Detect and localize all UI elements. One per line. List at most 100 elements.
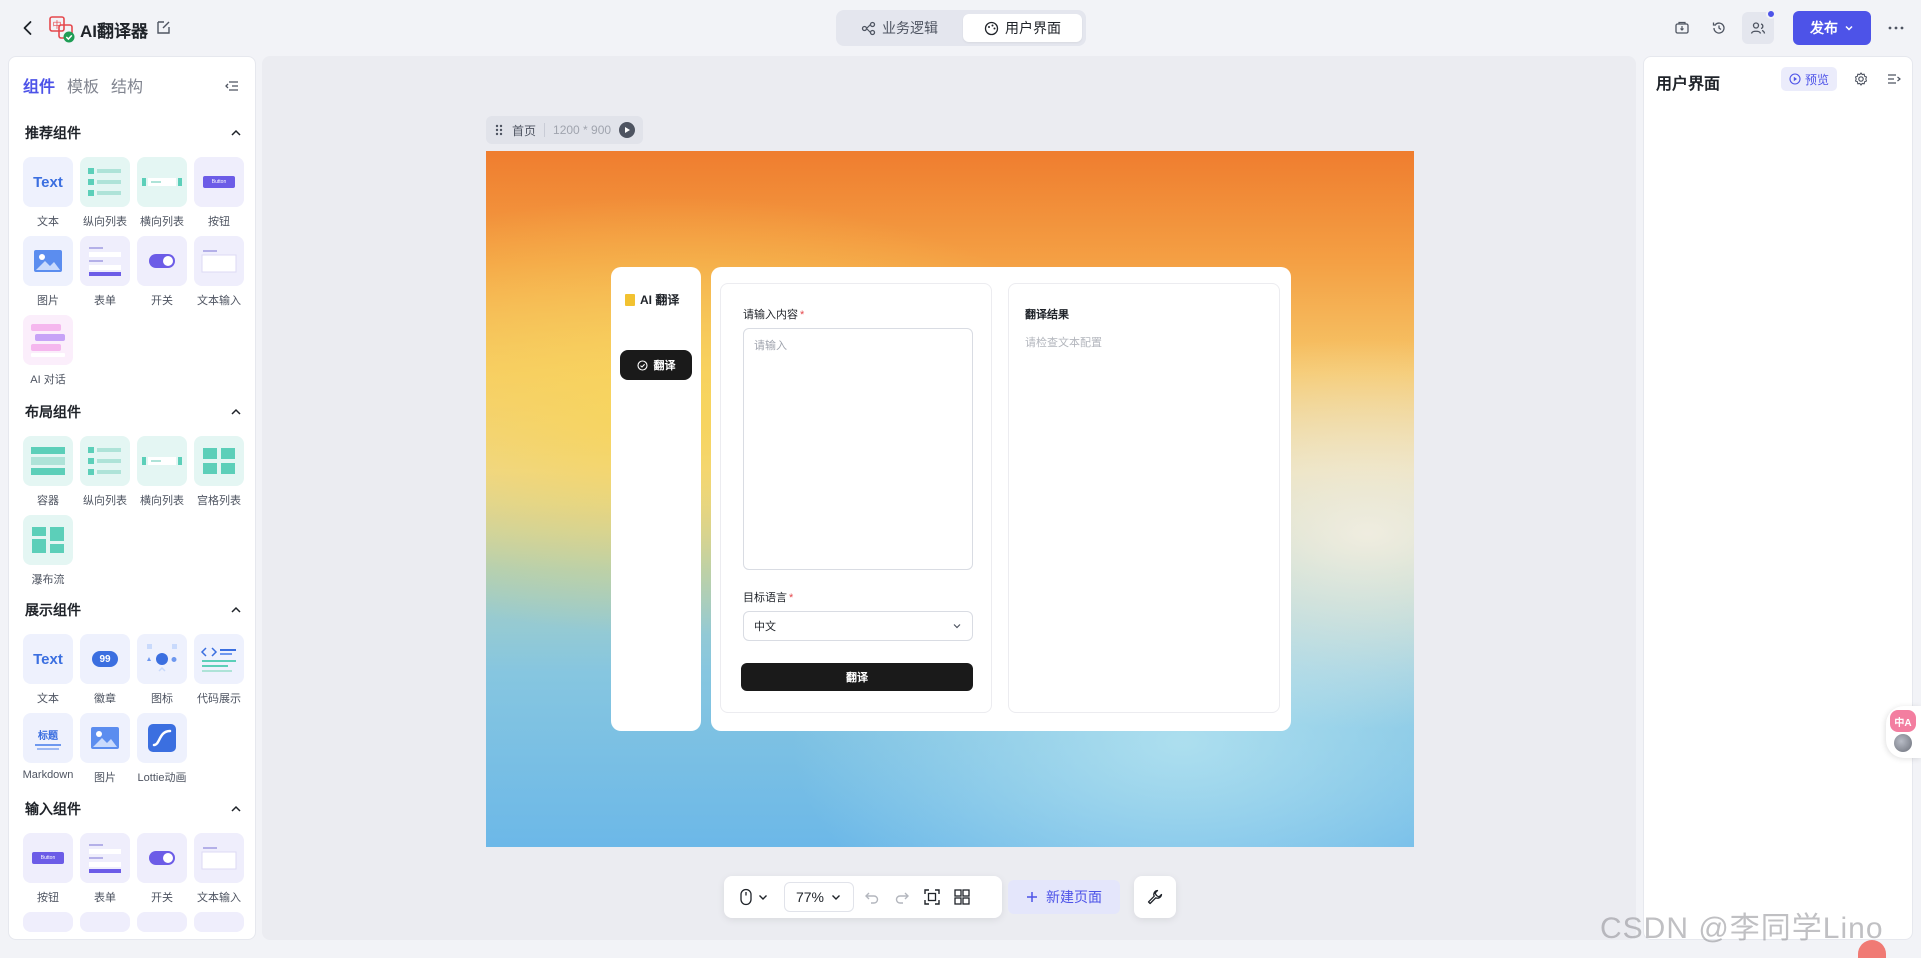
component-text-input[interactable]: 文本输入 (192, 833, 246, 905)
zoom-select[interactable]: 77% (784, 882, 854, 912)
content-textarea[interactable]: 请输入 (743, 328, 973, 570)
component-form[interactable]: 表单 (78, 236, 132, 308)
back-icon[interactable] (18, 18, 38, 38)
section-recommended[interactable]: 推荐组件 (25, 123, 243, 143)
component-grid-list[interactable]: 宫格列表 (192, 436, 246, 508)
collaborators-button[interactable] (1742, 9, 1776, 44)
tab-templates[interactable]: 模板 (67, 73, 99, 97)
language-select[interactable]: 中文 (743, 611, 973, 641)
image-icon (80, 713, 130, 763)
component-vertical-list[interactable]: 纵向列表 (78, 157, 132, 229)
badge-glyph: 99 (92, 651, 118, 667)
chevron-down-icon (1844, 23, 1854, 33)
component-switch[interactable]: 开关 (135, 236, 189, 308)
component-partial[interactable] (194, 912, 244, 932)
check-circle-icon (636, 359, 648, 371)
translate-submit-button[interactable]: 翻译 (741, 663, 973, 691)
section-title: 推荐组件 (25, 125, 81, 141)
component-lottie[interactable]: Lottie动画 (135, 713, 189, 785)
more-icon[interactable] (1884, 16, 1908, 40)
tools-button[interactable] (1134, 876, 1176, 918)
undo-icon[interactable] (860, 882, 884, 912)
new-page-button[interactable]: 新建页面 (1008, 880, 1120, 914)
section-layout[interactable]: 布局组件 (25, 402, 243, 422)
component-code[interactable]: 代码展示 (192, 634, 246, 706)
artboard[interactable]: AI 翻译 翻译 请输入内容 * 请输入 目标语言 * 中文 翻译 翻译结果 请… (486, 151, 1414, 847)
component-label: 宫格列表 (197, 495, 241, 507)
component-label: Markdown (22, 769, 74, 781)
chevron-up-icon (229, 603, 243, 617)
tab-structure[interactable]: 结构 (111, 73, 143, 97)
chevron-down-icon (952, 621, 962, 631)
horizontal-list-icon (137, 157, 187, 207)
tab-user-interface[interactable]: 用户界面 (963, 14, 1082, 42)
result-title: 翻译结果 (1025, 309, 1069, 321)
component-badge[interactable]: 99 徽章 (78, 634, 132, 706)
component-label: 纵向列表 (83, 216, 127, 228)
vertical-list-icon (80, 436, 130, 486)
flow-icon (861, 21, 876, 36)
collapse-panel-icon[interactable] (223, 77, 241, 95)
result-card: 翻译结果 请检查文本配置 (1008, 283, 1280, 713)
nav-translate-button[interactable]: 翻译 (620, 350, 692, 380)
component-image[interactable]: 图片 (78, 713, 132, 785)
section-title: 布局组件 (25, 404, 81, 420)
result-placeholder: 请检查文本配置 (1025, 337, 1102, 349)
component-button[interactable]: Button 按钮 (21, 833, 75, 905)
section-input[interactable]: 输入组件 (25, 799, 243, 819)
markdown-icon: 标题 (23, 713, 73, 763)
component-text[interactable]: Text 文本 (21, 634, 75, 706)
button-icon: Button (23, 833, 73, 883)
new-page-label: 新建页面 (1046, 889, 1102, 905)
component-switch[interactable]: 开关 (135, 833, 189, 905)
tab-business-logic[interactable]: 业务逻辑 (840, 14, 959, 42)
component-text-input[interactable]: 文本输入 (192, 236, 246, 308)
tab-components[interactable]: 组件 (23, 73, 55, 97)
fit-screen-icon[interactable] (920, 882, 944, 912)
component-horizontal-list[interactable]: 横向列表 (135, 157, 189, 229)
preview-label: 预览 (1804, 72, 1829, 87)
redo-icon[interactable] (890, 882, 914, 912)
page-size: 1200 * 900 (553, 123, 612, 137)
language-value: 中文 (754, 621, 776, 633)
switch-icon (137, 833, 187, 883)
component-button[interactable]: Button 按钮 (192, 157, 246, 229)
palette-icon (984, 21, 999, 36)
component-partial[interactable] (137, 912, 187, 932)
play-icon[interactable] (619, 122, 636, 138)
publish-button[interactable]: 发布 (1793, 11, 1871, 45)
component-label: 纵向列表 (83, 495, 127, 507)
component-partial[interactable] (80, 912, 130, 932)
language-label-text: 目标语言 (743, 592, 787, 604)
history-icon[interactable] (1707, 16, 1731, 40)
page-tag[interactable]: 首页 1200 * 900 (486, 116, 644, 144)
settings-icon[interactable] (1853, 71, 1869, 87)
lottie-icon (137, 713, 187, 763)
section-display[interactable]: 展示组件 (25, 600, 243, 620)
layout-grid-icon[interactable] (950, 882, 974, 912)
component-container[interactable]: 容器 (21, 436, 75, 508)
plus-icon (1026, 891, 1038, 903)
component-horizontal-list[interactable]: 横向列表 (135, 436, 189, 508)
text-icon: Text (23, 157, 73, 207)
collapse-right-icon[interactable] (1886, 71, 1902, 87)
save-version-icon[interactable] (1670, 16, 1694, 40)
pointer-mode-button[interactable] (730, 882, 778, 912)
component-form[interactable]: 表单 (78, 833, 132, 905)
component-image[interactable]: 图片 (21, 236, 75, 308)
component-partial[interactable] (23, 912, 73, 932)
text-glyph: Text (33, 650, 63, 668)
component-vertical-list[interactable]: 纵向列表 (78, 436, 132, 508)
translate-widget[interactable]: 中A (1886, 706, 1921, 758)
component-icons[interactable]: 图标 (135, 634, 189, 706)
component-ai-chat[interactable]: AI 对话 (21, 315, 75, 387)
component-waterfall[interactable]: 瀑布流 (21, 515, 75, 587)
drag-handle-icon[interactable] (494, 123, 504, 137)
component-markdown[interactable]: 标题 Markdown (21, 713, 75, 785)
preview-button[interactable]: 预览 (1781, 67, 1837, 91)
code-icon (194, 634, 244, 684)
component-text[interactable]: Text 文本 (21, 157, 75, 229)
chevron-up-icon (229, 802, 243, 816)
component-label: 徽章 (94, 693, 116, 705)
edit-icon[interactable] (155, 19, 172, 36)
